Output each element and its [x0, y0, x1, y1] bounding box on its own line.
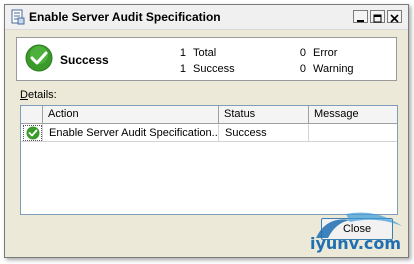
- total-count: 1: [179, 47, 186, 59]
- warning-label: Warning: [313, 63, 354, 75]
- success-check-icon: [25, 44, 53, 72]
- details-accelerator: D: [20, 89, 28, 101]
- grid-header: Action Status Message: [21, 106, 397, 124]
- error-label: Error: [313, 47, 338, 59]
- summary-panel: Success 1 Total 1 Success 0 Error 0 Warn…: [16, 37, 397, 81]
- minimize-icon: [357, 20, 364, 22]
- watermark-logo: iyunv.com: [306, 208, 410, 258]
- total-label: Total: [193, 47, 217, 59]
- details-grid[interactable]: Action Status Message Enable Server Audi…: [20, 105, 398, 215]
- success-label: Success: [193, 63, 235, 75]
- close-icon: [390, 14, 399, 23]
- column-header-status[interactable]: Status: [219, 106, 309, 123]
- watermark-text: iyunv.com: [310, 234, 402, 253]
- window-title: Enable Server Audit Specification: [29, 10, 221, 24]
- warning-count: 0: [299, 63, 306, 75]
- success-check-icon: [26, 126, 40, 140]
- maximize-button[interactable]: [370, 10, 385, 23]
- row-status-cell: Success: [219, 124, 309, 142]
- overall-status: Success: [60, 53, 109, 67]
- row-message-cell: [309, 124, 397, 142]
- document-icon: [11, 9, 25, 25]
- error-count: 0: [299, 47, 306, 59]
- minimize-button[interactable]: [353, 10, 368, 23]
- table-row[interactable]: Enable Server Audit Specification... Suc…: [21, 124, 397, 142]
- row-action-cell: Enable Server Audit Specification...: [43, 124, 219, 142]
- row-icon-cell: [21, 124, 43, 142]
- close-window-button[interactable]: [387, 10, 402, 23]
- column-header-action[interactable]: Action: [43, 106, 219, 123]
- success-count: 1: [179, 63, 186, 75]
- header-icon-column: [21, 106, 43, 123]
- column-header-message[interactable]: Message: [309, 106, 397, 123]
- maximize-icon: [373, 14, 382, 23]
- title-bar[interactable]: Enable Server Audit Specification: [5, 5, 408, 30]
- details-label-text: etails:: [27, 89, 57, 101]
- details-label: Details:: [20, 89, 57, 101]
